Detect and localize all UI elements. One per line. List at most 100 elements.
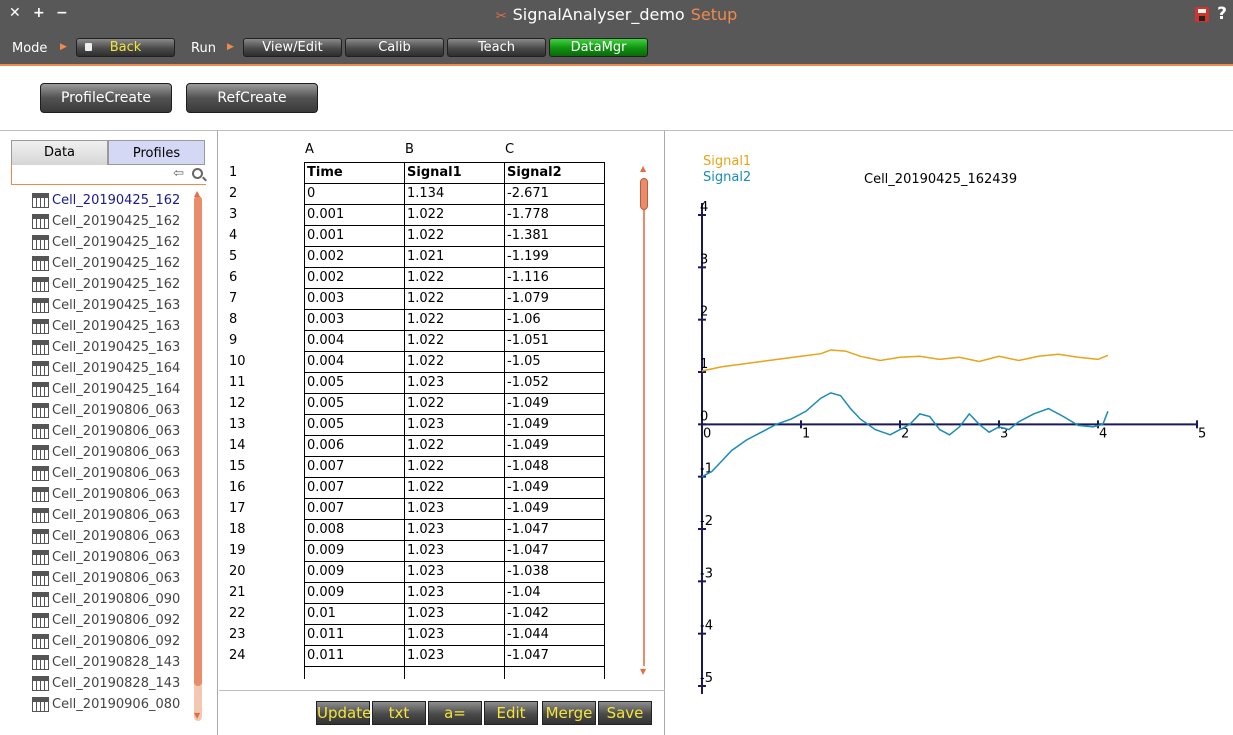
grid-cell[interactable]: 1.022 xyxy=(404,267,505,289)
help-icon[interactable]: ? xyxy=(1217,4,1227,24)
grid-cell[interactable]: 0.009 xyxy=(304,561,405,583)
grid-cell[interactable]: 0.006 xyxy=(304,435,405,457)
grid-cell[interactable]: -1.079 xyxy=(504,288,605,310)
grid-cell[interactable]: -1.038 xyxy=(504,561,605,583)
file-list-item[interactable]: Cell_20190906_080 xyxy=(30,694,192,715)
grid-cell[interactable]: 0.005 xyxy=(304,372,405,394)
grid-cell[interactable]: -1.06 xyxy=(504,309,605,331)
grid-cell[interactable]: 0.002 xyxy=(304,246,405,268)
file-list-item[interactable]: Cell_20190806_063 xyxy=(30,568,192,589)
file-list-item[interactable]: Cell_20190828_143 xyxy=(30,673,192,694)
scroll-up-icon[interactable]: ▲ xyxy=(194,189,200,198)
file-list-item[interactable]: Cell_20190425_163 xyxy=(30,295,192,316)
file-list-item[interactable]: Cell_20190806_092 xyxy=(30,610,192,631)
grid-cell[interactable]: 1.022 xyxy=(404,309,505,331)
grid-cell[interactable]: -1.049 xyxy=(504,477,605,499)
grid-cell[interactable]: 1.022 xyxy=(404,204,505,226)
file-list-item[interactable]: Cell_20190425_163 xyxy=(30,337,192,358)
file-list-item[interactable]: Cell_20190806_063 xyxy=(30,421,192,442)
grid-cell[interactable]: 1.022 xyxy=(404,435,505,457)
file-list-scroll-thumb[interactable] xyxy=(194,196,202,686)
file-list-item[interactable]: Cell_20190806_090 xyxy=(30,589,192,610)
grid-cell[interactable]: 0.009 xyxy=(304,540,405,562)
grid-scroll-up-icon[interactable]: ▲ xyxy=(640,164,646,173)
grid-cell[interactable]: -1.047 xyxy=(504,519,605,541)
grid-cell[interactable]: 0.01 xyxy=(304,603,405,625)
grid-cell[interactable]: -1.04 xyxy=(504,582,605,604)
back-button[interactable]: Back xyxy=(76,38,175,57)
grid-cell[interactable]: -1.042 xyxy=(504,603,605,625)
grid-cell[interactable]: Signal2 xyxy=(504,162,605,184)
grid-cell[interactable]: 0.001 xyxy=(304,204,405,226)
grid-cell[interactable]: 1.022 xyxy=(404,477,505,499)
update-button[interactable]: Update xyxy=(316,701,371,725)
grid-cell[interactable] xyxy=(404,666,505,679)
file-list-item[interactable]: Cell_20190425_162 xyxy=(30,253,192,274)
grid-cell[interactable]: 1.022 xyxy=(404,393,505,415)
grid-cell[interactable]: 0.005 xyxy=(304,414,405,436)
grid-cell[interactable]: 0.007 xyxy=(304,477,405,499)
datamgr-button[interactable]: DataMgr xyxy=(549,38,648,57)
search-input[interactable]: ⇦ xyxy=(11,165,206,185)
grid-scroll-down-icon[interactable]: ▼ xyxy=(640,667,646,676)
file-list-item[interactable]: Cell_20190425_162 xyxy=(30,211,192,232)
grid-cell[interactable]: 1.022 xyxy=(404,288,505,310)
grid-cell[interactable]: 1.023 xyxy=(404,582,505,604)
grid-cell[interactable]: 0.011 xyxy=(304,645,405,667)
grid-cell[interactable]: -1.199 xyxy=(504,246,605,268)
grid-cell[interactable] xyxy=(504,666,605,679)
search-icon[interactable] xyxy=(192,168,203,179)
grid-cell[interactable]: 1.023 xyxy=(404,414,505,436)
grid-cell[interactable]: 1.023 xyxy=(404,540,505,562)
grid-cell[interactable]: -1.052 xyxy=(504,372,605,394)
save-button[interactable]: Save xyxy=(598,701,652,725)
grid-cell[interactable]: Time xyxy=(304,162,405,184)
grid-cell[interactable]: -1.044 xyxy=(504,624,605,646)
grid-cell[interactable]: -1.049 xyxy=(504,393,605,415)
grid-cell[interactable]: 0.003 xyxy=(304,288,405,310)
grid-cell[interactable]: 1.023 xyxy=(404,645,505,667)
grid-cell[interactable]: 1.023 xyxy=(404,624,505,646)
grid-cell[interactable]: 0.001 xyxy=(304,225,405,247)
grid-cell[interactable]: 1.021 xyxy=(404,246,505,268)
file-list-item[interactable]: Cell_20190806_092 xyxy=(30,631,192,652)
grid-cell[interactable]: 0.007 xyxy=(304,498,405,520)
scroll-down-icon[interactable]: ▼ xyxy=(194,711,200,720)
teach-button[interactable]: Teach xyxy=(447,38,546,57)
file-list-item[interactable]: Cell_20190806_063 xyxy=(30,547,192,568)
file-list-item[interactable]: Cell_20190806_063 xyxy=(30,463,192,484)
grid-cell[interactable] xyxy=(304,666,405,679)
grid-cell[interactable]: 1.022 xyxy=(404,351,505,373)
file-list-item[interactable]: Cell_20190425_163 xyxy=(30,316,192,337)
grid-cell[interactable]: -1.116 xyxy=(504,267,605,289)
grid-cell[interactable]: 0.004 xyxy=(304,330,405,352)
grid-scroll-thumb[interactable] xyxy=(640,178,648,210)
grid-cell[interactable]: -1.051 xyxy=(504,330,605,352)
file-list-item[interactable]: Cell_20190806_063 xyxy=(30,505,192,526)
file-list-item[interactable]: Cell_20190425_162 xyxy=(30,232,192,253)
grid-cell[interactable]: 0.008 xyxy=(304,519,405,541)
save-icon[interactable] xyxy=(1195,7,1209,22)
merge-button[interactable]: Merge xyxy=(542,701,596,725)
grid-cell[interactable]: 0 xyxy=(304,183,405,205)
grid-cell[interactable]: -2.671 xyxy=(504,183,605,205)
grid-cell[interactable]: -1.048 xyxy=(504,456,605,478)
txt-button[interactable]: txt xyxy=(372,701,426,725)
grid-cell[interactable]: 1.022 xyxy=(404,330,505,352)
file-list-item[interactable]: Cell_20190425_162 xyxy=(30,274,192,295)
grid-cell[interactable]: -1.049 xyxy=(504,498,605,520)
grid-cell[interactable]: Signal1 xyxy=(404,162,505,184)
file-list-item[interactable]: Cell_20190425_164 xyxy=(30,358,192,379)
grid-scrollbar[interactable] xyxy=(643,178,645,666)
grid-cell[interactable]: -1.778 xyxy=(504,204,605,226)
grid-cell[interactable]: 1.134 xyxy=(404,183,505,205)
grid-cell[interactable]: 0.005 xyxy=(304,393,405,415)
file-list-item[interactable]: Cell_20190806_063 xyxy=(30,526,192,547)
profile-create-button[interactable]: ProfileCreate xyxy=(40,83,172,113)
file-list-item[interactable]: Cell_20190806_063 xyxy=(30,400,192,421)
grid-cell[interactable]: 1.022 xyxy=(404,225,505,247)
calib-button[interactable]: Calib xyxy=(345,38,444,57)
grid-cell[interactable]: -1.049 xyxy=(504,435,605,457)
tab-data[interactable]: Data xyxy=(11,140,108,165)
grid-cell[interactable]: -1.381 xyxy=(504,225,605,247)
